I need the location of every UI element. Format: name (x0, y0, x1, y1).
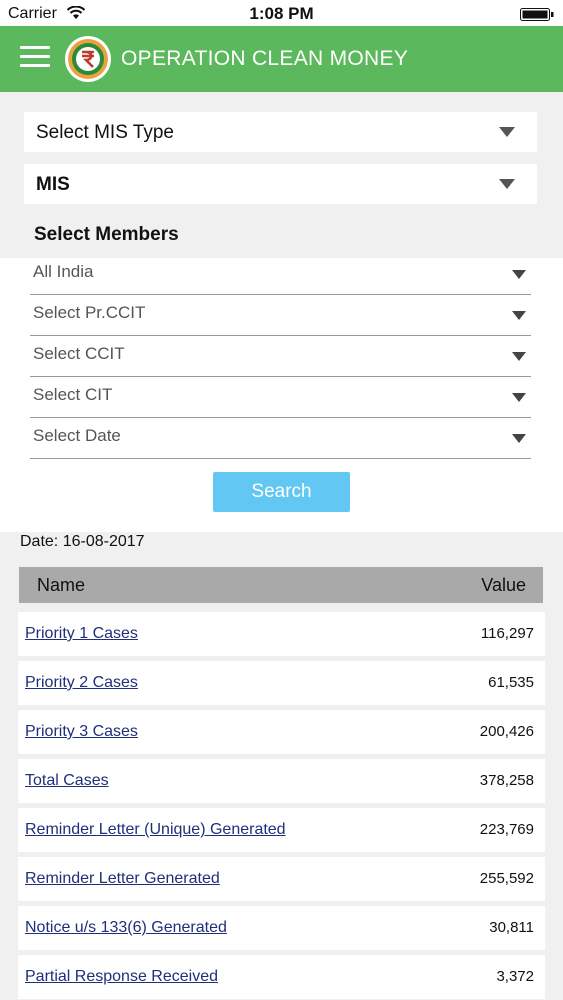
mis-type-label: Select MIS Type (36, 122, 174, 143)
select-members-heading: Select Members (34, 224, 179, 245)
status-time: 1:08 PM (249, 4, 314, 23)
row-value: 30,811 (489, 919, 534, 936)
row-name-link[interactable]: Priority 1 Cases (25, 625, 138, 643)
row-value: 116,297 (480, 625, 534, 642)
table-row: Priority 2 Cases 61,535 (18, 661, 545, 705)
table-row: Priority 1 Cases 116,297 (18, 612, 545, 656)
row-name-link[interactable]: Reminder Letter (Unique) Generated (25, 821, 286, 839)
chevron-down-icon (499, 179, 515, 189)
members-panel: All India Select Pr.CCIT Select CCIT Sel… (0, 258, 563, 532)
member-field-label: Select Date (33, 426, 121, 445)
member-field-label: All India (33, 262, 94, 281)
row-name-link[interactable]: Notice u/s 133(6) Generated (25, 919, 227, 937)
mis-type-select[interactable]: Select MIS Type (24, 112, 537, 152)
table-header: Name Value (19, 567, 543, 603)
table-row: Partial Response Received 3,372 (18, 955, 545, 999)
member-field-label: Select CCIT (33, 344, 125, 363)
hamburger-menu-icon[interactable] (20, 46, 50, 70)
member-field-label: Select CIT (33, 385, 113, 404)
row-value: 200,426 (479, 723, 534, 740)
column-header-name: Name (37, 575, 86, 595)
row-value: 61,535 (488, 674, 534, 691)
battery-icon (520, 8, 554, 21)
chevron-down-icon (512, 393, 526, 402)
chevron-down-icon (512, 270, 526, 279)
app-header: OPERATION CLEAN MONEY (0, 26, 563, 92)
app-title: OPERATION CLEAN MONEY (121, 47, 409, 70)
chevron-down-icon (512, 352, 526, 361)
row-value: 223,769 (479, 821, 534, 838)
column-header-value: Value (481, 575, 526, 595)
chevron-down-icon (499, 127, 515, 137)
chevron-down-icon (512, 311, 526, 320)
row-value: 3,372 (496, 968, 534, 985)
logo-icon (65, 36, 111, 82)
table-row: Total Cases 378,258 (18, 759, 545, 803)
all-india-select[interactable]: All India (30, 254, 531, 295)
row-value: 255,592 (479, 870, 534, 887)
report-date: Date: 16-08-2017 (20, 533, 145, 550)
cit-select[interactable]: Select CIT (30, 377, 531, 418)
status-bar: Carrier 1:08 PM (0, 0, 563, 26)
ccit-select[interactable]: Select CCIT (30, 336, 531, 377)
search-button[interactable]: Search (213, 472, 350, 512)
pr-ccit-select[interactable]: Select Pr.CCIT (30, 295, 531, 336)
row-name-link[interactable]: Partial Response Received (25, 968, 218, 986)
mis-label: MIS (36, 174, 70, 195)
table-row: Reminder Letter Generated 255,592 (18, 857, 545, 901)
table-row: Priority 3 Cases 200,426 (18, 710, 545, 754)
row-name-link[interactable]: Priority 2 Cases (25, 674, 138, 692)
table-row: Reminder Letter (Unique) Generated 223,7… (18, 808, 545, 852)
member-field-label: Select Pr.CCIT (33, 303, 146, 322)
row-name-link[interactable]: Reminder Letter Generated (25, 870, 220, 888)
table-row: Notice u/s 133(6) Generated 30,811 (18, 906, 545, 950)
row-name-link[interactable]: Priority 3 Cases (25, 723, 138, 741)
chevron-down-icon (512, 434, 526, 443)
row-name-link[interactable]: Total Cases (25, 772, 109, 790)
mis-select[interactable]: MIS (24, 164, 537, 204)
row-value: 378,258 (479, 772, 534, 789)
date-select[interactable]: Select Date (30, 418, 531, 459)
